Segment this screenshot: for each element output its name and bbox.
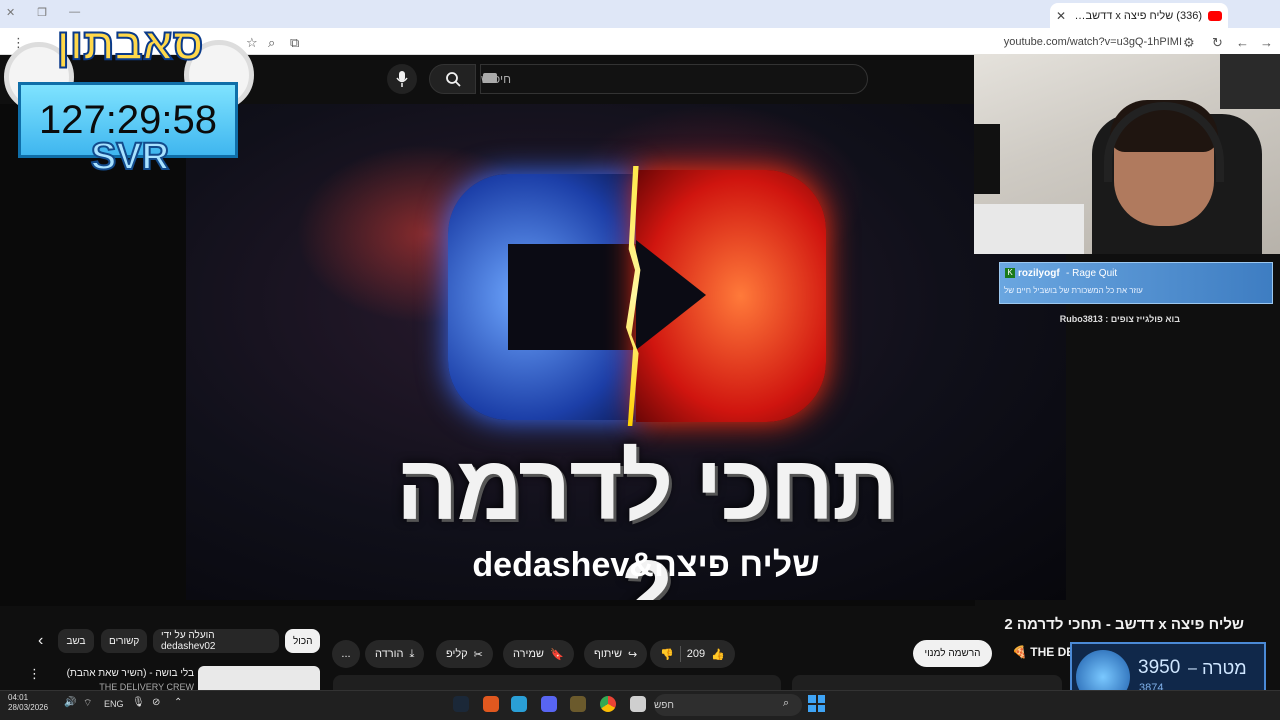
share-label: שיתוף — [594, 648, 622, 660]
speaker-icon[interactable]: 🔊 — [64, 697, 76, 708]
tray-time: 04:01 — [8, 693, 29, 702]
download-button[interactable]: ⤓ הורדה — [365, 640, 425, 668]
blue-logo-half — [448, 174, 638, 420]
save-button[interactable]: 🔖 שמירה — [503, 640, 574, 668]
chip-related[interactable]: קשורים — [101, 629, 148, 653]
share-icon: ↪ — [627, 648, 638, 661]
comment-card — [333, 675, 781, 690]
windows-start-icon[interactable] — [808, 695, 825, 712]
site-settings-icon[interactable]: ⚙ — [1183, 35, 1195, 51]
restore-window-icon[interactable]: ❐ — [37, 6, 47, 19]
comment-card — [792, 675, 1062, 690]
thumbnail-subtitle: שליח פיצה&dedashev — [472, 546, 820, 584]
related-video-thumbnail[interactable] — [198, 666, 320, 690]
search-input[interactable]: חיפוש — [480, 64, 868, 94]
chip-uploaded-by[interactable]: הועלה על ידי dedashev02 — [153, 629, 279, 653]
bookmark-icon: 🔖 — [549, 648, 564, 661]
chat-message: בוא פולגייז צופים : Rubo3813 — [1059, 314, 1180, 324]
like-icon[interactable]: 👍 — [711, 648, 725, 661]
alert-message: עוזר את כל המשכורת של בושביל חיים של — [1004, 286, 1143, 295]
close-window-icon[interactable]: ✕ — [6, 6, 15, 19]
chip-partial[interactable]: בשב — [58, 629, 94, 653]
subathon-brand: סאבתון — [55, 19, 204, 70]
mic-tray-icon[interactable]: 🎙 — [132, 697, 145, 708]
share-button[interactable]: ↪ שיתוף — [584, 640, 648, 668]
red-logo-half — [636, 170, 826, 422]
clip-button[interactable]: ✂ קליפ — [436, 640, 493, 668]
reload-icon[interactable]: ↻ — [1212, 35, 1223, 51]
telegram-icon[interactable] — [511, 696, 527, 712]
chevron-left-icon[interactable]: ‹ — [38, 632, 43, 650]
dislike-icon[interactable]: 👎 — [660, 648, 674, 661]
subscribe-button[interactable]: הרשמה למנוי — [913, 640, 992, 667]
clock-tray[interactable]: 04:01 28/03/2026 — [8, 693, 48, 713]
clip-label: קליפ — [446, 648, 468, 660]
steam-icon[interactable] — [453, 696, 469, 712]
youtube-favicon-icon — [1208, 10, 1222, 21]
browser-tab-active[interactable]: (336) שליח פיצה x דדשב - תחכי ✕ — [1050, 3, 1228, 28]
download-label: הורדה — [375, 648, 404, 660]
alert-tag: - Rage Quit — [1066, 268, 1118, 279]
window-controls[interactable]: ✕ ❐ — — [6, 6, 80, 19]
bookmark-star-icon[interactable]: ☆ — [246, 35, 258, 51]
save-label: שמירה — [513, 648, 544, 660]
wifi-icon[interactable]: ⌔ — [83, 697, 92, 710]
webcam-feed — [974, 54, 1280, 254]
video-frame[interactable]: תחכי לדרמה 2 שליח פיצה&dedashev — [186, 104, 1066, 600]
url-text[interactable]: youtube.com/watch?v=u3gQ-1hPIMI — [1004, 36, 1182, 48]
discord-icon[interactable] — [541, 696, 557, 712]
search-button[interactable] — [429, 64, 476, 94]
goal-label: מטרה — [1202, 658, 1247, 678]
voice-search-button[interactable] — [387, 64, 417, 94]
taskbar-search[interactable]: חפש — [654, 694, 802, 716]
chevron-up-icon[interactable]: ⌃ — [174, 697, 182, 708]
close-tab-icon[interactable]: ✕ — [1056, 9, 1066, 23]
tray-date: 28/03/2026 — [8, 703, 49, 712]
goal-separator: – — [1188, 660, 1197, 677]
taskbar-search-label: חפש — [654, 699, 674, 711]
download-icon: ⤓ — [409, 647, 415, 660]
microphone-icon — [396, 71, 408, 87]
kick-icon: K — [1005, 268, 1015, 278]
app-icon[interactable] — [570, 696, 586, 712]
like-count: 209 — [686, 648, 706, 660]
chat-alert: K rozilyogf - Rage Quit עוזר את כל המשכו… — [999, 262, 1273, 304]
install-icon[interactable]: ⧉ — [290, 35, 299, 51]
goal-target-value: 3950 — [1138, 657, 1181, 678]
minimize-window-icon[interactable]: — — [69, 6, 80, 19]
scissors-icon: ✂ — [473, 648, 483, 661]
like-dislike-group[interactable]: 👍 209 👎 — [650, 640, 735, 668]
tab-title: (336) שליח פיצה x דדשב - תחכי — [1072, 9, 1202, 22]
language-indicator[interactable]: ENG — [104, 699, 124, 709]
app-icon[interactable] — [483, 696, 499, 712]
zoom-icon[interactable]: ⌕ — [268, 35, 275, 51]
more-actions-button[interactable]: ... — [332, 640, 360, 668]
video-title: שליח פיצה x דדשב - תחכי לדרמה 2 — [1004, 616, 1244, 633]
back-icon[interactable]: → — [1260, 35, 1273, 50]
timer-caption: SVR — [90, 135, 170, 179]
chrome-icon[interactable] — [600, 696, 616, 712]
forward-icon[interactable]: ← — [1236, 35, 1249, 50]
chip-all[interactable]: הכול — [285, 629, 321, 653]
alert-user: rozilyogf — [1018, 268, 1060, 279]
taskbar-search-icon: ⌕ — [783, 697, 790, 709]
keyboard-icon[interactable] — [483, 73, 497, 83]
divider — [679, 646, 681, 662]
notification-off-icon[interactable]: ⊘ — [152, 697, 160, 708]
task-view-icon[interactable] — [630, 696, 646, 712]
related-video-title[interactable]: בלי בושה - (השיר שאת אהבת) — [34, 668, 194, 679]
search-icon — [445, 72, 461, 87]
